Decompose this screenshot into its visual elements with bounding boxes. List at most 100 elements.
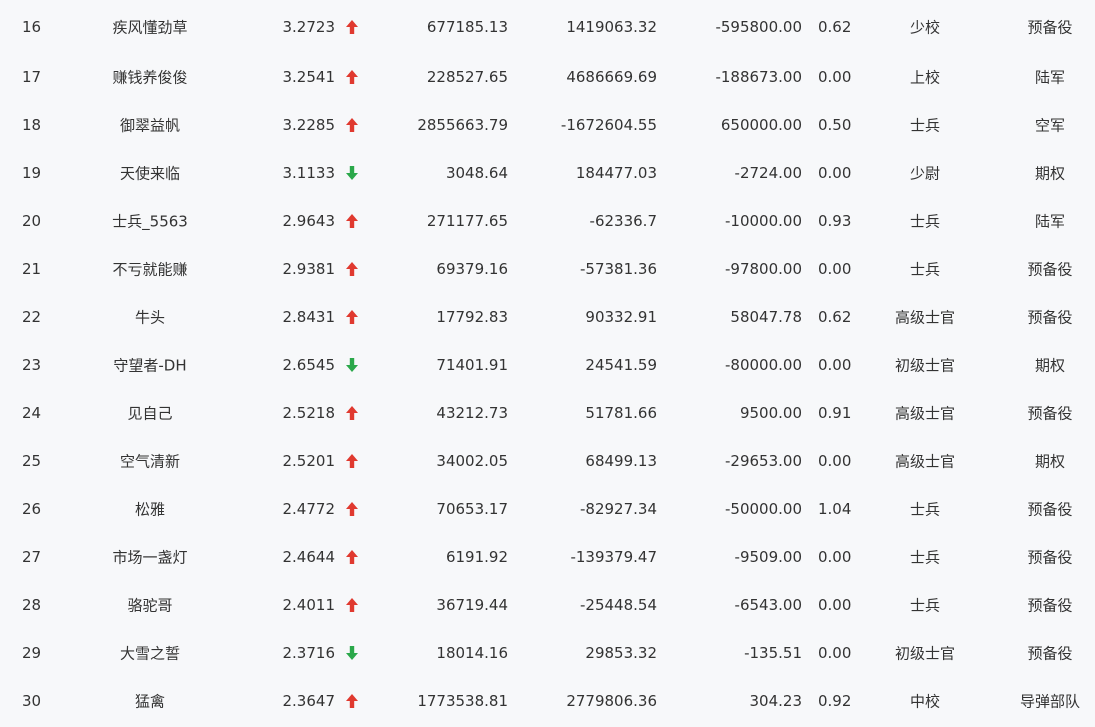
score-cell: 3.1133 bbox=[282, 164, 336, 182]
user-name-cell[interactable]: 不亏就能赚 bbox=[80, 259, 220, 280]
value-2-cell: 1419063.32 bbox=[566, 17, 657, 36]
table-row[interactable]: 22 牛头 2.8431 17792.83 90332.91 58047.78 … bbox=[0, 293, 1095, 341]
score-cell: 2.5218 bbox=[282, 404, 336, 422]
arrow-down-icon bbox=[344, 357, 360, 373]
score-cell: 2.6545 bbox=[282, 356, 336, 374]
ratio-cell: 0.91 bbox=[818, 404, 852, 422]
ratio-cell: 0.00 bbox=[818, 164, 852, 182]
user-name-cell[interactable]: 疾风懂劲草 bbox=[80, 16, 220, 37]
military-rank-cell: 士兵 bbox=[909, 596, 940, 615]
unit-cell: 期权 bbox=[1034, 356, 1065, 375]
value-1-cell: 18014.16 bbox=[436, 644, 508, 662]
military-rank-cell: 初级士官 bbox=[894, 644, 955, 663]
table-row[interactable]: 29 大雪之誓 2.3716 18014.16 29853.32 -135.51… bbox=[0, 629, 1095, 677]
rank-cell: 20 bbox=[22, 212, 42, 230]
table-row[interactable]: 16 疾风懂劲草 3.2723 677185.13 1419063.32 -59… bbox=[0, 0, 1095, 53]
table-row[interactable]: 30 猛禽 2.3647 1773538.81 2779806.36 304.2… bbox=[0, 677, 1095, 725]
score-cell: 2.3716 bbox=[282, 644, 336, 662]
value-1-cell: 1773538.81 bbox=[417, 692, 508, 710]
user-name-cell[interactable]: 天使来临 bbox=[80, 163, 220, 184]
unit-cell: 预备役 bbox=[1027, 260, 1073, 279]
arrow-up-icon bbox=[344, 549, 360, 565]
table-row[interactable]: 21 不亏就能赚 2.9381 69379.16 -57381.36 -9780… bbox=[0, 245, 1095, 293]
score-cell: 2.9643 bbox=[282, 212, 336, 230]
value-1-cell: 71401.91 bbox=[436, 356, 508, 374]
arrow-up-icon bbox=[344, 693, 360, 709]
unit-cell: 期权 bbox=[1034, 452, 1065, 471]
user-name-cell[interactable]: 守望者-DH bbox=[80, 355, 220, 376]
military-rank-cell: 士兵 bbox=[909, 212, 940, 231]
arrow-up-icon bbox=[344, 69, 360, 85]
value-3-cell: -135.51 bbox=[744, 644, 802, 662]
unit-cell: 预备役 bbox=[1027, 18, 1073, 36]
ratio-cell: 0.00 bbox=[818, 452, 852, 470]
ratio-cell: 0.62 bbox=[818, 17, 852, 36]
table-row[interactable]: 25 空气清新 2.5201 34002.05 68499.13 -29653.… bbox=[0, 437, 1095, 485]
value-1-cell: 6191.92 bbox=[445, 548, 508, 566]
table-row[interactable]: 19 天使来临 3.1133 3048.64 184477.03 -2724.0… bbox=[0, 149, 1095, 197]
user-name-cell[interactable]: 御翠益帆 bbox=[80, 115, 220, 136]
value-1-cell: 3048.64 bbox=[445, 164, 508, 182]
score-cell: 3.2541 bbox=[282, 68, 336, 86]
user-name-cell[interactable]: 士兵_5563 bbox=[80, 211, 220, 232]
rank-cell: 21 bbox=[22, 260, 42, 278]
table-row[interactable]: 28 骆驼哥 2.4011 36719.44 -25448.54 -6543.0… bbox=[0, 581, 1095, 629]
arrow-up-icon bbox=[344, 117, 360, 133]
table-row[interactable]: 27 市场一盏灯 2.4644 6191.92 -139379.47 -9509… bbox=[0, 533, 1095, 581]
military-rank-cell: 士兵 bbox=[909, 548, 940, 567]
user-name-cell[interactable]: 骆驼哥 bbox=[80, 595, 220, 616]
value-1-cell: 43212.73 bbox=[436, 404, 508, 422]
table-row[interactable]: 26 松雅 2.4772 70653.17 -82927.34 -50000.0… bbox=[0, 485, 1095, 533]
value-1-cell: 17792.83 bbox=[436, 308, 508, 326]
rank-cell: 29 bbox=[22, 644, 42, 662]
value-2-cell: 90332.91 bbox=[585, 308, 657, 326]
rank-cell: 26 bbox=[22, 500, 42, 518]
value-3-cell: -29653.00 bbox=[725, 452, 802, 470]
value-2-cell: -62336.7 bbox=[589, 212, 657, 230]
rank-cell: 30 bbox=[22, 692, 42, 710]
unit-cell: 空军 bbox=[1034, 116, 1065, 135]
value-3-cell: 9500.00 bbox=[739, 404, 802, 422]
value-1-cell: 2855663.79 bbox=[417, 116, 508, 134]
value-2-cell: 24541.59 bbox=[585, 356, 657, 374]
user-name-cell[interactable]: 见自己 bbox=[80, 403, 220, 424]
military-rank-cell: 中校 bbox=[909, 692, 940, 711]
value-3-cell: -595800.00 bbox=[715, 17, 802, 36]
table-row[interactable]: 20 士兵_5563 2.9643 271177.65 -62336.7 -10… bbox=[0, 197, 1095, 245]
value-3-cell: 304.23 bbox=[749, 692, 803, 710]
military-rank-cell: 士兵 bbox=[909, 500, 940, 519]
table-row[interactable]: 17 赚钱养俊俊 3.2541 228527.65 4686669.69 -18… bbox=[0, 53, 1095, 101]
user-name-cell[interactable]: 牛头 bbox=[80, 307, 220, 328]
score-cell: 2.9381 bbox=[282, 260, 336, 278]
score-cell: 2.4644 bbox=[282, 548, 336, 566]
user-name-cell[interactable]: 市场一盏灯 bbox=[80, 547, 220, 568]
military-rank-cell: 士兵 bbox=[909, 116, 940, 135]
arrow-up-icon bbox=[344, 405, 360, 421]
table-row[interactable]: 24 见自己 2.5218 43212.73 51781.66 9500.00 … bbox=[0, 389, 1095, 437]
user-name-cell[interactable]: 空气清新 bbox=[80, 451, 220, 472]
rank-cell: 17 bbox=[22, 68, 42, 86]
military-rank-cell: 上校 bbox=[909, 68, 940, 87]
value-3-cell: -50000.00 bbox=[725, 500, 802, 518]
value-3-cell: -2724.00 bbox=[734, 164, 802, 182]
ratio-cell: 0.92 bbox=[818, 692, 852, 710]
military-rank-cell: 高级士官 bbox=[894, 308, 955, 327]
rank-cell: 23 bbox=[22, 356, 42, 374]
unit-cell: 预备役 bbox=[1027, 500, 1073, 519]
user-name-cell[interactable]: 赚钱养俊俊 bbox=[80, 67, 220, 88]
user-name-cell[interactable]: 松雅 bbox=[80, 499, 220, 520]
rank-cell: 25 bbox=[22, 452, 42, 470]
military-rank-cell: 少校 bbox=[909, 18, 940, 36]
value-2-cell: 4686669.69 bbox=[566, 68, 657, 86]
military-rank-cell: 高级士官 bbox=[894, 452, 955, 471]
rank-cell: 19 bbox=[22, 164, 42, 182]
table-row[interactable]: 18 御翠益帆 3.2285 2855663.79 -1672604.55 65… bbox=[0, 101, 1095, 149]
table-row[interactable]: 23 守望者-DH 2.6545 71401.91 24541.59 -8000… bbox=[0, 341, 1095, 389]
value-2-cell: -25448.54 bbox=[580, 596, 657, 614]
arrow-up-icon bbox=[344, 501, 360, 517]
value-2-cell: -57381.36 bbox=[580, 260, 657, 278]
user-name-cell[interactable]: 猛禽 bbox=[80, 691, 220, 712]
ratio-cell: 0.00 bbox=[818, 260, 852, 278]
arrow-up-icon bbox=[344, 261, 360, 277]
user-name-cell[interactable]: 大雪之誓 bbox=[80, 643, 220, 664]
